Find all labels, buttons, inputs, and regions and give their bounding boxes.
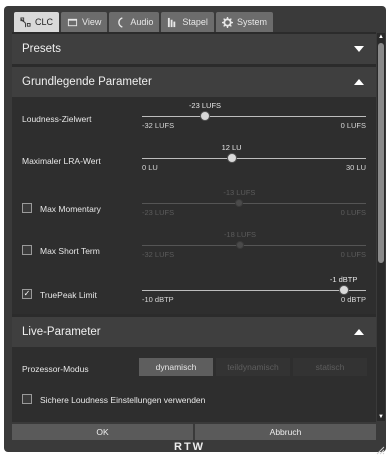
slider-max: 0 LUFS bbox=[340, 250, 366, 259]
processor-mode-group: dynamisch teildynamisch statisch bbox=[139, 358, 369, 376]
tab-label: Stapel bbox=[182, 17, 208, 27]
slider-track bbox=[142, 158, 366, 159]
settings-panel: Presets Grundlegende Parameter Loudness-… bbox=[12, 32, 376, 422]
tab-clc[interactable]: CLC bbox=[14, 12, 60, 32]
live-params-title: Live-Parameter bbox=[22, 326, 101, 338]
view-icon bbox=[67, 18, 78, 26]
slider-min: 0 LU bbox=[142, 163, 158, 172]
chevron-up-icon bbox=[354, 79, 364, 85]
tab-audio[interactable]: Audio bbox=[109, 12, 160, 32]
clc-icon bbox=[20, 16, 31, 27]
live-params-body: Prozessor-Modus dynamisch teildynamisch … bbox=[12, 347, 376, 422]
slider-track bbox=[142, 245, 366, 246]
slider-track bbox=[142, 290, 366, 291]
max-momentary-label: Max Momentary bbox=[40, 204, 101, 214]
mode-statisch-button[interactable]: statisch bbox=[293, 358, 367, 376]
scroll-thumb[interactable] bbox=[378, 43, 384, 263]
basic-params-title: Grundlegende Parameter bbox=[22, 76, 152, 88]
max-short-term-label: Max Short Term bbox=[40, 246, 100, 256]
slider-min: -32 LUFS bbox=[142, 121, 175, 130]
slider-knob bbox=[236, 241, 244, 249]
max-momentary-slider: -13 LUFS -23 LUFS 0 LUFS bbox=[142, 188, 366, 228]
dialog-buttons: OK Abbruch bbox=[12, 424, 376, 440]
basic-params-header[interactable]: Grundlegende Parameter bbox=[12, 67, 376, 97]
loudness-target-label: Loudness-Zielwert bbox=[22, 114, 92, 124]
audio-icon bbox=[118, 16, 124, 28]
truepeak-checkbox[interactable]: ✓ bbox=[22, 289, 32, 299]
max-lra-label: Maximaler LRA-Wert bbox=[22, 156, 101, 166]
slider-min: -10 dBTP bbox=[142, 295, 174, 304]
slider-value: 12 LU bbox=[221, 143, 242, 152]
slider-knob[interactable] bbox=[200, 111, 210, 121]
slider-knob[interactable] bbox=[338, 285, 349, 295]
tab-label: Audio bbox=[130, 17, 154, 27]
tab-stapel[interactable]: Stapel bbox=[161, 12, 214, 32]
scroll-down-icon[interactable]: ▼ bbox=[377, 413, 385, 421]
chevron-down-icon bbox=[354, 46, 364, 52]
truepeak-label: TruePeak Limit bbox=[40, 290, 97, 300]
max-momentary-checkbox[interactable] bbox=[22, 203, 32, 213]
max-short-term-checkbox[interactable] bbox=[22, 245, 32, 255]
presets-header[interactable]: Presets bbox=[12, 34, 376, 64]
rtw-logo: RTW bbox=[174, 441, 206, 453]
slider-max: 0 LUFS bbox=[340, 121, 366, 130]
ok-button[interactable]: OK bbox=[12, 424, 193, 440]
slider-min: -32 LUFS bbox=[142, 250, 175, 259]
slider-min: -23 LUFS bbox=[142, 208, 175, 217]
slider-value: -1 dBTP bbox=[329, 275, 358, 284]
max-short-term-slider: -18 LUFS -32 LUFS 0 LUFS bbox=[142, 230, 366, 270]
slider-knob[interactable] bbox=[226, 153, 237, 163]
stapel-icon bbox=[168, 17, 176, 27]
tab-label: System bbox=[236, 17, 267, 27]
safe-loudness-label: Sichere Loudness Einstellungen verwenden bbox=[40, 395, 206, 405]
live-params-header[interactable]: Live-Parameter bbox=[12, 317, 376, 347]
slider-max: 0 dBTP bbox=[340, 295, 366, 304]
cancel-button[interactable]: Abbruch bbox=[195, 424, 376, 440]
loudness-target-slider[interactable]: -23 LUFS -32 LUFS 0 LUFS bbox=[142, 101, 366, 141]
system-icon bbox=[221, 16, 233, 28]
slider-max: 30 LU bbox=[345, 163, 366, 172]
tab-bar: CLC View Audio Stapel System bbox=[14, 12, 273, 32]
processor-mode-label: Prozessor-Modus bbox=[22, 364, 89, 374]
slider-value: -23 LUFS bbox=[188, 101, 222, 110]
slider-track bbox=[142, 116, 366, 117]
safe-loudness-checkbox[interactable] bbox=[22, 394, 32, 404]
max-lra-slider[interactable]: 12 LU 0 LU 30 LU bbox=[142, 143, 366, 183]
tab-system[interactable]: System bbox=[215, 12, 273, 32]
truepeak-slider[interactable]: -1 dBTP -10 dBTP 0 dBTP bbox=[142, 275, 366, 315]
presets-title: Presets bbox=[22, 43, 61, 55]
slider-max: 0 LUFS bbox=[340, 208, 366, 217]
tab-view[interactable]: View bbox=[61, 12, 108, 32]
mode-teildynamisch-button[interactable]: teildynamisch bbox=[216, 358, 290, 376]
slider-knob bbox=[235, 199, 244, 207]
slider-value: -13 LUFS bbox=[223, 188, 256, 197]
tab-label: CLC bbox=[35, 17, 54, 27]
basic-params-body: Loudness-Zielwert -23 LUFS -32 LUFS 0 LU… bbox=[12, 97, 376, 314]
slider-value: -18 LUFS bbox=[223, 230, 257, 239]
mode-dynamisch-button[interactable]: dynamisch bbox=[139, 358, 213, 376]
slider-track bbox=[142, 203, 366, 204]
chevron-up-icon bbox=[354, 329, 364, 335]
resize-grip-icon[interactable] bbox=[376, 446, 385, 455]
tab-label: View bbox=[82, 17, 102, 27]
vertical-scrollbar[interactable]: ▲ ▼ bbox=[377, 33, 385, 421]
scroll-up-icon[interactable]: ▲ bbox=[377, 33, 385, 41]
